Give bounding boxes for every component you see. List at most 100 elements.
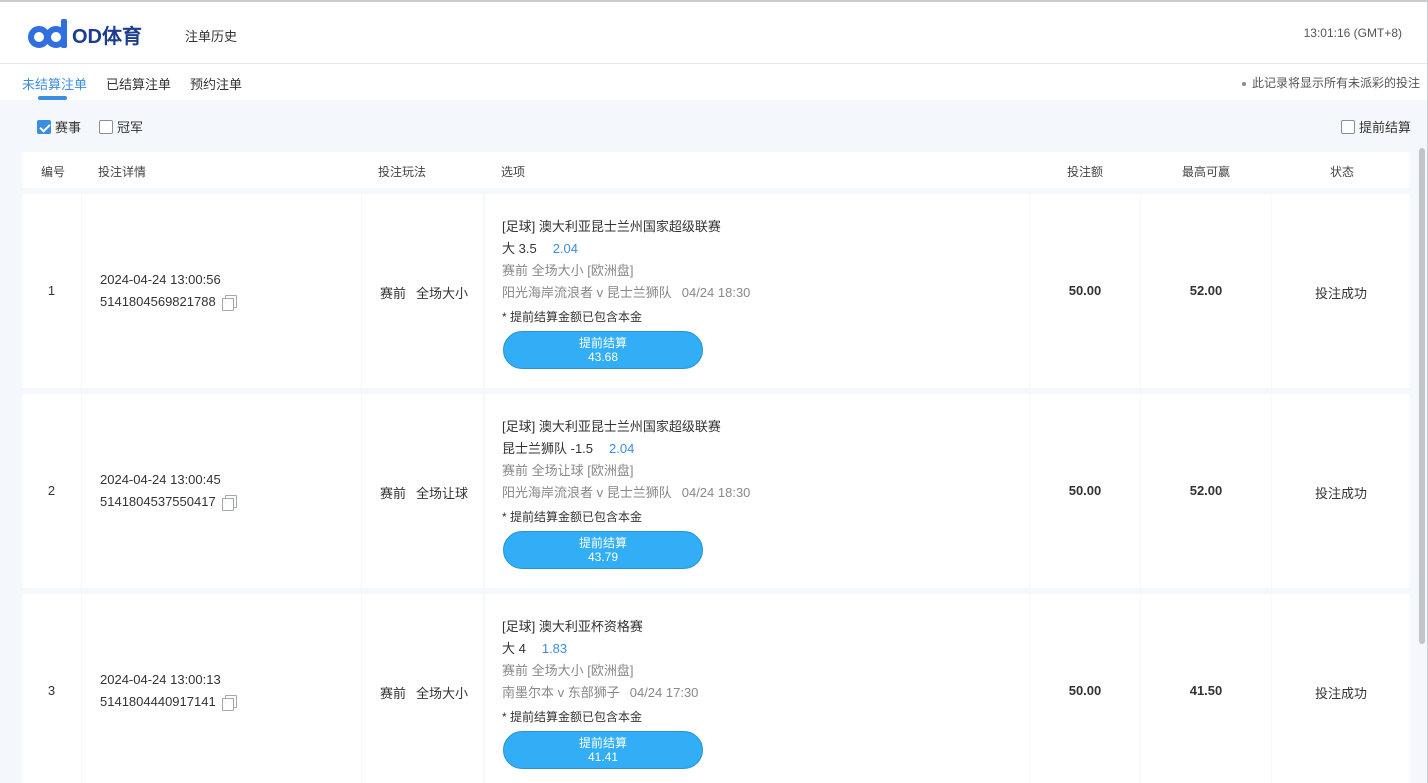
max-win-amount: 52.00 <box>1189 283 1223 298</box>
league-name: [足球] 澳大利亚杯资格赛 <box>502 619 643 634</box>
max-win-amount: 41.50 <box>1189 683 1223 698</box>
filter-cashout-label: 提前结算 <box>1359 120 1412 135</box>
tabs-note-text: 此记录将显示所有未派彩的投注 <box>1251 76 1420 90</box>
tab-reserved[interactable]: 预约注单 <box>190 74 242 93</box>
copy-icon[interactable] <box>221 294 237 311</box>
vertical-scrollbar[interactable] <box>1419 148 1425 644</box>
league-name: [足球] 澳大利亚昆士兰州国家超级联赛 <box>502 419 721 434</box>
bet-history-link[interactable]: 注单历史 <box>185 26 237 45</box>
play-stage: 赛前 <box>380 486 407 501</box>
table-row: 3 2024-04-24 13:00:13 5141804440917141 赛… <box>22 594 1410 783</box>
col-header-play: 投注玩法 <box>378 165 427 179</box>
cashout-button[interactable]: 提前结算 43.68 <box>503 331 703 369</box>
table-row: 2 2024-04-24 13:00:45 5141804537550417 赛… <box>22 394 1410 588</box>
tabs-note: 此记录将显示所有未派彩的投注 <box>1241 74 1420 91</box>
match-teams: 阳光海岸流浪者 v 昆士兰狮队 <box>502 285 672 300</box>
checkbox-checked-icon <box>37 119 51 134</box>
selection-odds: 2.04 <box>609 441 635 456</box>
match-info: 阳光海岸流浪者 v 昆士兰狮队 04/24 18:30 <box>502 282 750 301</box>
market-info: 赛前 全场大小 [欧洲盘] <box>502 263 634 278</box>
league-name: [足球] 澳大利亚昆士兰州国家超级联赛 <box>502 219 721 234</box>
play-type: 全场大小 <box>416 686 469 701</box>
bet-id: 5141804537550417 <box>100 494 216 509</box>
match-info: 阳光海岸流浪者 v 昆士兰狮队 04/24 18:30 <box>502 482 750 501</box>
stake-amount: 50.00 <box>1068 283 1102 298</box>
filter-events-label: 赛事 <box>55 120 82 135</box>
col-header-details: 投注详情 <box>98 165 147 179</box>
cashout-note: * 提前结算金额已包含本金 <box>502 510 643 524</box>
cashout-button-label: 提前结算 <box>578 736 627 750</box>
cashout-button-value: 41.41 <box>587 750 619 764</box>
market-info: 赛前 全场大小 [欧洲盘] <box>502 663 634 678</box>
bet-id-row: 5141804537550417 <box>100 494 237 511</box>
brand-logo[interactable]: OD体育 <box>28 18 142 50</box>
bet-number: 1 <box>47 283 56 298</box>
selection: 大 4 1.83 <box>502 638 567 657</box>
copy-icon[interactable] <box>221 694 237 711</box>
bet-play: 赛前 全场大小 <box>380 683 468 702</box>
bets-table: 编号 投注详情 投注玩法 选项 投注额 最高可赢 状态 1 2024-04-24… <box>22 152 1410 783</box>
selection: 昆士兰狮队 -1.5 2.04 <box>502 438 634 457</box>
bet-id-row: 5141804569821788 <box>100 294 237 311</box>
status-text: 投注成功 <box>1314 486 1367 501</box>
bet-tabs: 未结算注单 已结算注单 预约注单 此记录将显示所有未派彩的投注 <box>0 64 1428 100</box>
selection-odds: 1.83 <box>541 641 568 656</box>
match-teams: 阳光海岸流浪者 v 昆士兰狮队 <box>502 485 672 500</box>
play-stage: 赛前 <box>380 286 407 301</box>
filter-events-checkbox[interactable]: 赛事 <box>37 117 81 136</box>
copy-icon[interactable] <box>221 494 237 511</box>
bet-id: 5141804440917141 <box>100 694 216 709</box>
clock: 13:01:16 (GMT+8) <box>1303 26 1402 40</box>
filter-outright-label: 冠军 <box>117 120 144 135</box>
bet-time: 2024-04-24 13:00:45 <box>100 472 221 487</box>
play-type: 全场让球 <box>416 486 469 501</box>
match-time: 04/24 18:30 <box>681 485 751 500</box>
selection-odds: 2.04 <box>552 241 578 256</box>
selection: 大 3.5 2.04 <box>502 238 578 257</box>
filter-bar: 赛事 冠军 提前结算 <box>0 100 1428 146</box>
selection-pick: 大 3.5 <box>502 241 537 256</box>
bet-play: 赛前 全场大小 <box>380 283 468 302</box>
checkbox-unchecked-icon <box>1341 119 1355 134</box>
brand-mark-icon <box>28 19 72 49</box>
bullet-icon <box>1241 81 1246 86</box>
bet-id: 5141804569821788 <box>100 294 216 309</box>
bet-id-row: 5141804440917141 <box>100 694 237 711</box>
selection-pick: 昆士兰狮队 -1.5 <box>502 441 594 456</box>
filter-outright-checkbox[interactable]: 冠军 <box>99 117 143 136</box>
stake-amount: 50.00 <box>1068 483 1102 498</box>
filter-cashout-checkbox[interactable]: 提前结算 <box>1341 117 1411 136</box>
market-info: 赛前 全场让球 [欧洲盘] <box>502 463 634 478</box>
brand-name: OD体育 <box>72 25 142 48</box>
tab-settled[interactable]: 已结算注单 <box>106 74 171 93</box>
status-text: 投注成功 <box>1314 686 1367 701</box>
match-time: 04/24 18:30 <box>681 285 751 300</box>
col-header-stake: 投注额 <box>1067 165 1104 179</box>
cashout-button[interactable]: 提前结算 41.41 <box>503 731 703 769</box>
cashout-button-value: 43.79 <box>587 550 619 564</box>
bet-number: 2 <box>47 483 56 498</box>
col-header-max-win: 最高可赢 <box>1182 165 1231 179</box>
cashout-button-value: 43.68 <box>587 350 619 364</box>
bet-time: 2024-04-24 13:00:56 <box>100 272 221 287</box>
cashout-button[interactable]: 提前结算 43.79 <box>503 531 703 569</box>
table-header: 编号 投注详情 投注玩法 选项 投注额 最高可赢 状态 <box>22 152 1410 188</box>
cashout-note: * 提前结算金额已包含本金 <box>502 310 643 324</box>
tab-unsettled[interactable]: 未结算注单 <box>22 74 87 93</box>
col-header-option: 选项 <box>501 165 526 179</box>
play-stage: 赛前 <box>380 686 407 701</box>
match-time: 04/24 17:30 <box>629 685 699 700</box>
table-row: 1 2024-04-24 13:00:56 5141804569821788 赛… <box>22 194 1410 388</box>
max-win-amount: 52.00 <box>1189 483 1223 498</box>
play-type: 全场大小 <box>416 286 469 301</box>
bet-play: 赛前 全场让球 <box>380 483 468 502</box>
col-header-status: 状态 <box>1330 165 1355 179</box>
cashout-button-label: 提前结算 <box>578 336 627 350</box>
status-text: 投注成功 <box>1314 286 1367 301</box>
match-info: 南墨尔本 v 东部狮子 04/24 17:30 <box>502 682 698 701</box>
header-bar: OD体育 注单历史 13:01:16 (GMT+8) <box>0 2 1428 64</box>
bet-number: 3 <box>47 683 56 698</box>
selection-pick: 大 4 <box>502 641 526 656</box>
cashout-button-label: 提前结算 <box>578 536 627 550</box>
stake-amount: 50.00 <box>1068 683 1102 698</box>
